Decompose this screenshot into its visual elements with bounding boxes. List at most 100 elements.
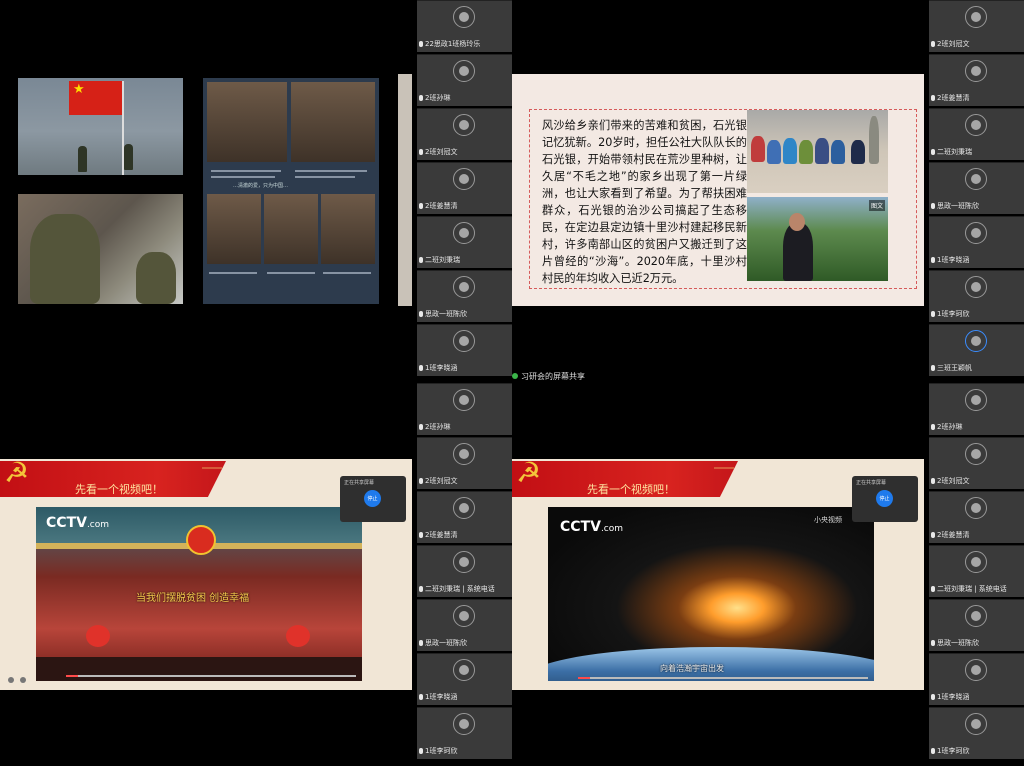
soldiers-rock-photo [18, 194, 183, 304]
participant-tile[interactable]: 2班刘冠文 [417, 437, 512, 489]
avatar [965, 168, 987, 190]
video-progress-bar[interactable] [578, 677, 868, 679]
participant-tile[interactable]: 思政一班陈欣 [417, 599, 512, 651]
participant-strip-top-center[interactable]: 22思政1班杨玲乐 2班孙琳 2班刘冠文 2班姜慧清 二班刘秉瑞 思政一班陈欣 … [417, 0, 512, 383]
avatar [965, 713, 987, 735]
hammer-sickle-icon: ☭ [4, 456, 30, 489]
phone-icon [965, 551, 987, 573]
mic-icon [931, 311, 935, 317]
poster-caption: …清澈的爱，只为中国… [233, 183, 289, 189]
mic-icon [931, 640, 935, 646]
avatar [453, 222, 475, 244]
mic-icon [419, 95, 423, 101]
video-player-tiananmen[interactable]: CCTV.com 当我们摆脱贫困 创造幸福 [36, 507, 362, 681]
mic-icon [931, 748, 935, 754]
slide-control-icon[interactable] [8, 677, 14, 683]
mic-icon [419, 41, 423, 47]
video-subtitle: 当我们摆脱贫困 创造幸福 [136, 593, 250, 604]
mic-icon [419, 424, 423, 430]
stop-share-button[interactable]: 停止 [364, 490, 381, 507]
participant-tile[interactable]: 1班李晓涵 [417, 653, 512, 705]
avatar [453, 168, 475, 190]
banner-title: 先看一个视频吧！ [75, 483, 163, 496]
avatar [965, 443, 987, 465]
participant-tile[interactable]: 2班孙琳 [417, 383, 512, 435]
video-subtitle: 向着浩瀚宇宙出发 [660, 664, 724, 673]
avatar [453, 497, 475, 519]
participant-tile[interactable]: 2班姜慧清 [929, 491, 1024, 543]
banner-title: 先看一个视频吧！ [587, 483, 675, 496]
mic-icon [419, 311, 423, 317]
participant-tile[interactable]: 1班李晓涵 [929, 216, 1024, 268]
participant-tile[interactable]: 2班姜慧清 [417, 162, 512, 214]
participant-tile[interactable]: 二班刘秉瑞 | 系统电话 [417, 545, 512, 597]
mic-icon [931, 203, 935, 209]
avatar [965, 497, 987, 519]
share-panel-bottom-left: 先看一个视频吧！ ☭ CCTV.com 当我们摆脱贫困 创造幸福 正在共享屏幕 … [0, 383, 412, 766]
avatar [453, 114, 475, 136]
lantern-icon [86, 625, 110, 647]
participant-tile[interactable]: 1班李珂欣 [417, 707, 512, 759]
participant-strip-bottom-right[interactable]: 2班孙琳 2班刘冠文 2班姜慧清 二班刘秉瑞 | 系统电话 思政一班陈欣 1班李… [929, 383, 1024, 766]
mic-icon [931, 149, 935, 155]
decoration-lines [202, 459, 222, 469]
forest-man-photo: 图文 [747, 197, 888, 281]
china-flag-icon: ★ [69, 81, 124, 115]
mic-icon [419, 257, 423, 263]
participant-tile[interactable]: 1班李晓涵 [417, 324, 512, 376]
soldier-poster: …清澈的爱，只为中国… [203, 78, 379, 304]
toolbar-title: 正在共享屏幕 [344, 480, 375, 486]
avatar [453, 60, 475, 82]
avatar [453, 6, 475, 28]
participant-tile[interactable]: 2班姜慧清 [929, 54, 1024, 106]
share-panel-bottom-right: 先看一个视频吧！ ☭ CCTV.com 小央视频 向着浩瀚宇宙出发 正在共享屏幕… [512, 383, 924, 766]
participant-tile[interactable]: 三班王颖帆 [929, 324, 1024, 376]
participant-tile[interactable]: 22思政1班杨玲乐 [417, 0, 512, 52]
share-toolbar[interactable]: 正在共享屏幕 停止 [852, 476, 918, 522]
slide-control-icon[interactable] [20, 677, 26, 683]
participant-tile[interactable]: 2班孙琳 [417, 54, 512, 106]
video-player-space[interactable]: CCTV.com 小央视频 向着浩瀚宇宙出发 [548, 507, 874, 681]
participant-tile[interactable]: 2班刘冠文 [929, 437, 1024, 489]
slide-shi-guangyin: 风沙给乡亲们带来的苦难和贫困，石光银记忆犹新。20岁时，担任公社大队队长的石光银… [512, 74, 924, 306]
mic-icon [931, 424, 935, 430]
stop-share-button[interactable]: 停止 [876, 490, 893, 507]
toolbar-title: 正在共享屏幕 [856, 480, 887, 486]
participant-tile[interactable]: 思政一班陈欣 [417, 270, 512, 322]
share-toolbar[interactable]: 正在共享屏幕 停止 [340, 476, 406, 522]
share-panel-top-right: 风沙给乡亲们带来的苦难和贫困，石光银记忆犹新。20岁时，担任公社大队队长的石光银… [512, 0, 924, 383]
video-progress-bar[interactable] [66, 675, 356, 677]
participant-tile[interactable]: 1班李珂欣 [929, 707, 1024, 759]
mic-icon [419, 640, 423, 646]
avatar [453, 276, 475, 298]
cctv-logo: CCTV.com [46, 515, 110, 531]
mic-icon [931, 95, 935, 101]
avatar [965, 659, 987, 681]
participant-strip-bottom-center[interactable]: 2班孙琳 2班刘冠文 2班姜慧清 二班刘秉瑞 | 系统电话 思政一班陈欣 1班李… [417, 383, 512, 766]
participant-tile[interactable]: 2班刘冠文 [417, 108, 512, 160]
participant-tile[interactable]: 1班李珂欣 [929, 270, 1024, 322]
screen-share-indicator[interactable]: 习研会的屏幕共享 [512, 369, 585, 383]
avatar [965, 330, 987, 352]
mic-icon [419, 365, 423, 371]
participant-tile[interactable]: 二班刘秉瑞 [417, 216, 512, 268]
participant-tile[interactable]: 思政一班陈欣 [929, 162, 1024, 214]
participant-tile[interactable]: 1班李晓涵 [929, 653, 1024, 705]
participant-tile[interactable]: 二班刘秉瑞 [929, 108, 1024, 160]
participant-tile[interactable]: 2班孙琳 [929, 383, 1024, 435]
participant-tile[interactable]: 2班刘冠文 [929, 0, 1024, 52]
decoration-lines [714, 459, 734, 469]
mic-icon [419, 694, 423, 700]
mic-icon [419, 586, 423, 592]
screen-share-label: 习研会的屏幕共享 [521, 371, 585, 381]
participant-tile[interactable]: 二班刘秉瑞 | 系统电话 [929, 545, 1024, 597]
avatar [965, 222, 987, 244]
avatar [965, 114, 987, 136]
participant-strip-top-right[interactable]: 2班刘冠文 2班姜慧清 二班刘秉瑞 思政一班陈欣 1班李晓涵 1班李珂欣 三班王… [929, 0, 1024, 383]
avatar [453, 389, 475, 411]
participant-tile[interactable]: 思政一班陈欣 [929, 599, 1024, 651]
avatar [453, 605, 475, 627]
avatar [453, 330, 475, 352]
title-banner: 先看一个视频吧！ [0, 461, 226, 497]
participant-tile[interactable]: 2班姜慧清 [417, 491, 512, 543]
